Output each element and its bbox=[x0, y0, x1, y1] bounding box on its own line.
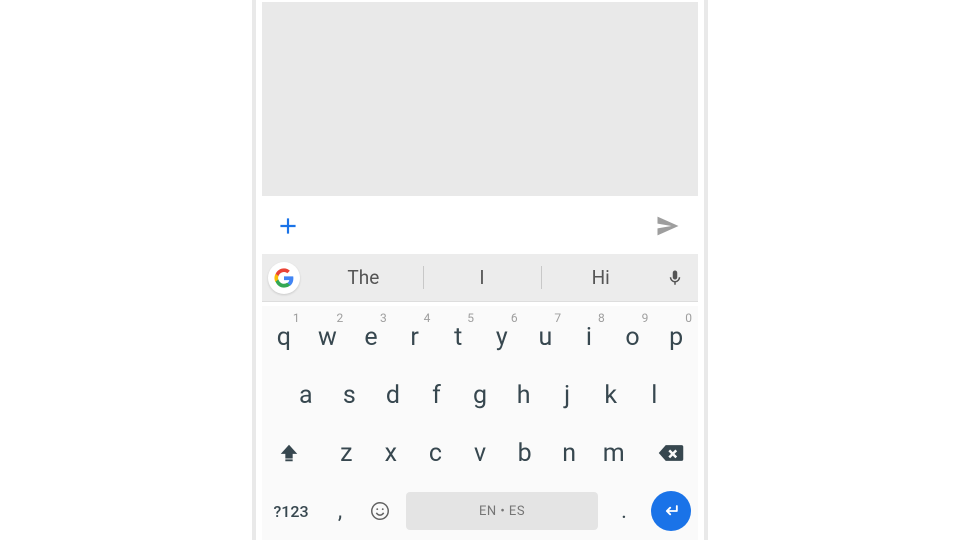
key-s[interactable]: s bbox=[328, 366, 372, 424]
device-frame: The I Hi 1q 2w 3e 4r 5t 6y 7u 8i 9o 0p bbox=[252, 0, 708, 540]
compose-bar bbox=[262, 198, 698, 254]
emoji-icon bbox=[369, 500, 391, 522]
key-h[interactable]: h bbox=[502, 366, 546, 424]
key-hint: 1 bbox=[293, 311, 300, 325]
attach-button[interactable] bbox=[268, 206, 308, 246]
key-hint: 7 bbox=[554, 311, 561, 325]
key-label: q bbox=[277, 323, 291, 352]
key-f[interactable]: f bbox=[415, 366, 459, 424]
key-y[interactable]: 6y bbox=[480, 308, 524, 366]
enter-icon bbox=[661, 501, 681, 521]
key-c[interactable]: c bbox=[413, 424, 458, 482]
key-label: u bbox=[538, 323, 552, 352]
google-g-icon bbox=[274, 268, 294, 288]
emoji-key[interactable] bbox=[360, 482, 400, 540]
key-row-1: 1q 2w 3e 4r 5t 6y 7u 8i 9o 0p bbox=[262, 308, 698, 366]
key-hint: 6 bbox=[511, 311, 518, 325]
key-m[interactable]: m bbox=[591, 424, 636, 482]
key-r[interactable]: 4r bbox=[393, 308, 437, 366]
key-hint: 5 bbox=[467, 311, 474, 325]
message-canvas bbox=[262, 2, 698, 196]
key-label: o bbox=[625, 323, 639, 352]
key-row-4: ?123 , EN • ES . bbox=[262, 482, 698, 540]
key-t[interactable]: 5t bbox=[436, 308, 480, 366]
comma-key[interactable]: , bbox=[320, 482, 360, 540]
key-label: e bbox=[364, 323, 377, 352]
suggestion-2[interactable]: I bbox=[423, 254, 542, 301]
key-label: p bbox=[669, 323, 683, 352]
key-j[interactable]: j bbox=[545, 366, 589, 424]
key-x[interactable]: x bbox=[369, 424, 414, 482]
page: The I Hi 1q 2w 3e 4r 5t 6y 7u 8i 9o 0p bbox=[0, 0, 960, 540]
key-u[interactable]: 7u bbox=[524, 308, 568, 366]
key-label: i bbox=[586, 323, 592, 352]
plus-icon bbox=[275, 213, 301, 239]
key-l[interactable]: l bbox=[633, 366, 677, 424]
key-q[interactable]: 1q bbox=[262, 308, 306, 366]
key-o[interactable]: 9o bbox=[611, 308, 655, 366]
key-n[interactable]: n bbox=[547, 424, 592, 482]
voice-input-button[interactable] bbox=[660, 263, 690, 293]
send-icon bbox=[654, 212, 682, 240]
key-hint: 4 bbox=[424, 311, 431, 325]
key-w[interactable]: 2w bbox=[306, 308, 350, 366]
key-row-3: z x c v b n m bbox=[262, 424, 698, 482]
key-row-2: a s d f g h j k l bbox=[262, 366, 698, 424]
key-hint: 2 bbox=[336, 311, 343, 325]
key-i[interactable]: 8i bbox=[567, 308, 611, 366]
key-v[interactable]: v bbox=[458, 424, 503, 482]
suggestion-slots: The I Hi bbox=[304, 254, 660, 301]
suggestion-1[interactable]: The bbox=[304, 254, 423, 301]
key-z[interactable]: z bbox=[324, 424, 369, 482]
keyboard: 1q 2w 3e 4r 5t 6y 7u 8i 9o 0p a s d f g … bbox=[262, 306, 698, 540]
enter-circle bbox=[651, 491, 691, 531]
key-label: y bbox=[496, 323, 508, 352]
suggestion-bar: The I Hi bbox=[262, 254, 698, 302]
key-d[interactable]: d bbox=[371, 366, 415, 424]
key-e[interactable]: 3e bbox=[349, 308, 393, 366]
suggestion-3[interactable]: Hi bbox=[541, 254, 660, 301]
key-label: w bbox=[318, 323, 337, 352]
key-b[interactable]: b bbox=[502, 424, 547, 482]
key-label: t bbox=[454, 323, 462, 352]
shift-key[interactable] bbox=[262, 424, 316, 482]
google-search-button[interactable] bbox=[268, 262, 300, 294]
period-key[interactable]: . bbox=[604, 482, 644, 540]
microphone-icon bbox=[666, 269, 684, 287]
symbols-key[interactable]: ?123 bbox=[262, 482, 320, 540]
send-button[interactable] bbox=[648, 206, 688, 246]
key-hint: 0 bbox=[685, 311, 692, 325]
shift-icon bbox=[278, 442, 300, 464]
key-hint: 3 bbox=[380, 311, 387, 325]
key-hint: 9 bbox=[642, 311, 649, 325]
space-key[interactable]: EN • ES bbox=[406, 492, 598, 530]
backspace-key[interactable] bbox=[644, 424, 698, 482]
backspace-icon bbox=[657, 442, 685, 464]
key-k[interactable]: k bbox=[589, 366, 633, 424]
key-g[interactable]: g bbox=[458, 366, 502, 424]
enter-key[interactable] bbox=[644, 482, 698, 540]
key-a[interactable]: a bbox=[284, 366, 328, 424]
key-hint: 8 bbox=[598, 311, 605, 325]
key-p[interactable]: 0p bbox=[654, 308, 698, 366]
key-label: r bbox=[410, 323, 418, 352]
